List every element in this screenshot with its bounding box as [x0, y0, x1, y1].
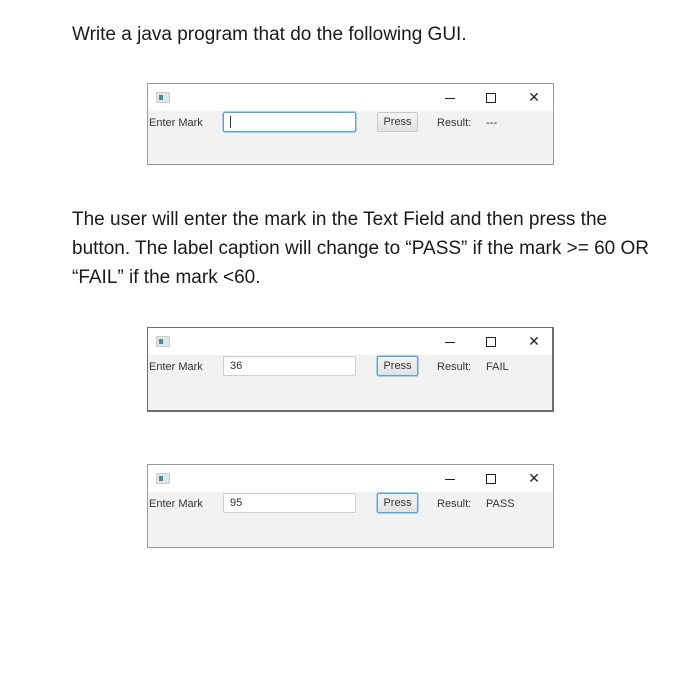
close-icon: ✕: [528, 333, 540, 349]
mark-input[interactable]: 95: [223, 493, 356, 513]
close-button[interactable]: ✕: [524, 469, 544, 487]
result-label: Result:: [437, 361, 472, 373]
maximize-button[interactable]: [481, 88, 501, 106]
result-label: Result:: [437, 117, 472, 129]
minimize-icon: [445, 478, 455, 480]
app-window-initial: ✕ Enter Mark Press Result: ---: [147, 83, 554, 165]
maximize-button[interactable]: [481, 332, 501, 350]
app-window-fail: ✕ Enter Mark 36 Press Result: FAIL: [147, 327, 554, 412]
result-value: FAIL: [486, 361, 509, 373]
close-icon: ✕: [528, 89, 540, 105]
minimize-icon: [445, 341, 455, 343]
minimize-button[interactable]: [440, 88, 460, 106]
press-button[interactable]: Press: [377, 356, 418, 376]
result-value: ---: [486, 117, 497, 129]
app-icon: [156, 473, 170, 484]
text-caret: [230, 116, 231, 129]
form-row: Enter Mark Press Result: ---: [148, 111, 553, 141]
app-window-pass: ✕ Enter Mark 95 Press Result: PASS: [147, 464, 554, 548]
press-button[interactable]: Press: [377, 493, 418, 513]
instructions-paragraph: The user will enter the mark in the Text…: [72, 209, 649, 288]
close-button[interactable]: ✕: [524, 332, 544, 350]
minimize-button[interactable]: [440, 332, 460, 350]
form-row: Enter Mark 36 Press Result: FAIL: [148, 355, 552, 385]
mark-input[interactable]: 36: [223, 356, 356, 376]
press-button[interactable]: Press: [377, 112, 418, 132]
maximize-icon: [486, 474, 496, 485]
title-bar: ✕: [148, 328, 552, 355]
mark-input[interactable]: [223, 112, 356, 132]
close-button[interactable]: ✕: [524, 88, 544, 106]
app-icon: [156, 336, 170, 347]
app-icon: [156, 92, 170, 103]
maximize-icon: [486, 337, 496, 348]
document-heading: Write a java program that do the followi…: [72, 24, 467, 45]
close-icon: ✕: [528, 470, 540, 486]
result-label: Result:: [437, 498, 472, 510]
minimize-icon: [445, 97, 455, 99]
enter-mark-label: Enter Mark: [149, 361, 203, 373]
result-value: PASS: [486, 498, 515, 510]
maximize-icon: [486, 93, 496, 104]
enter-mark-label: Enter Mark: [149, 117, 203, 129]
form-row: Enter Mark 95 Press Result: PASS: [148, 492, 553, 522]
title-bar: ✕: [148, 84, 553, 111]
minimize-button[interactable]: [440, 469, 460, 487]
maximize-button[interactable]: [481, 469, 501, 487]
title-bar: ✕: [148, 465, 553, 492]
enter-mark-label: Enter Mark: [149, 498, 203, 510]
